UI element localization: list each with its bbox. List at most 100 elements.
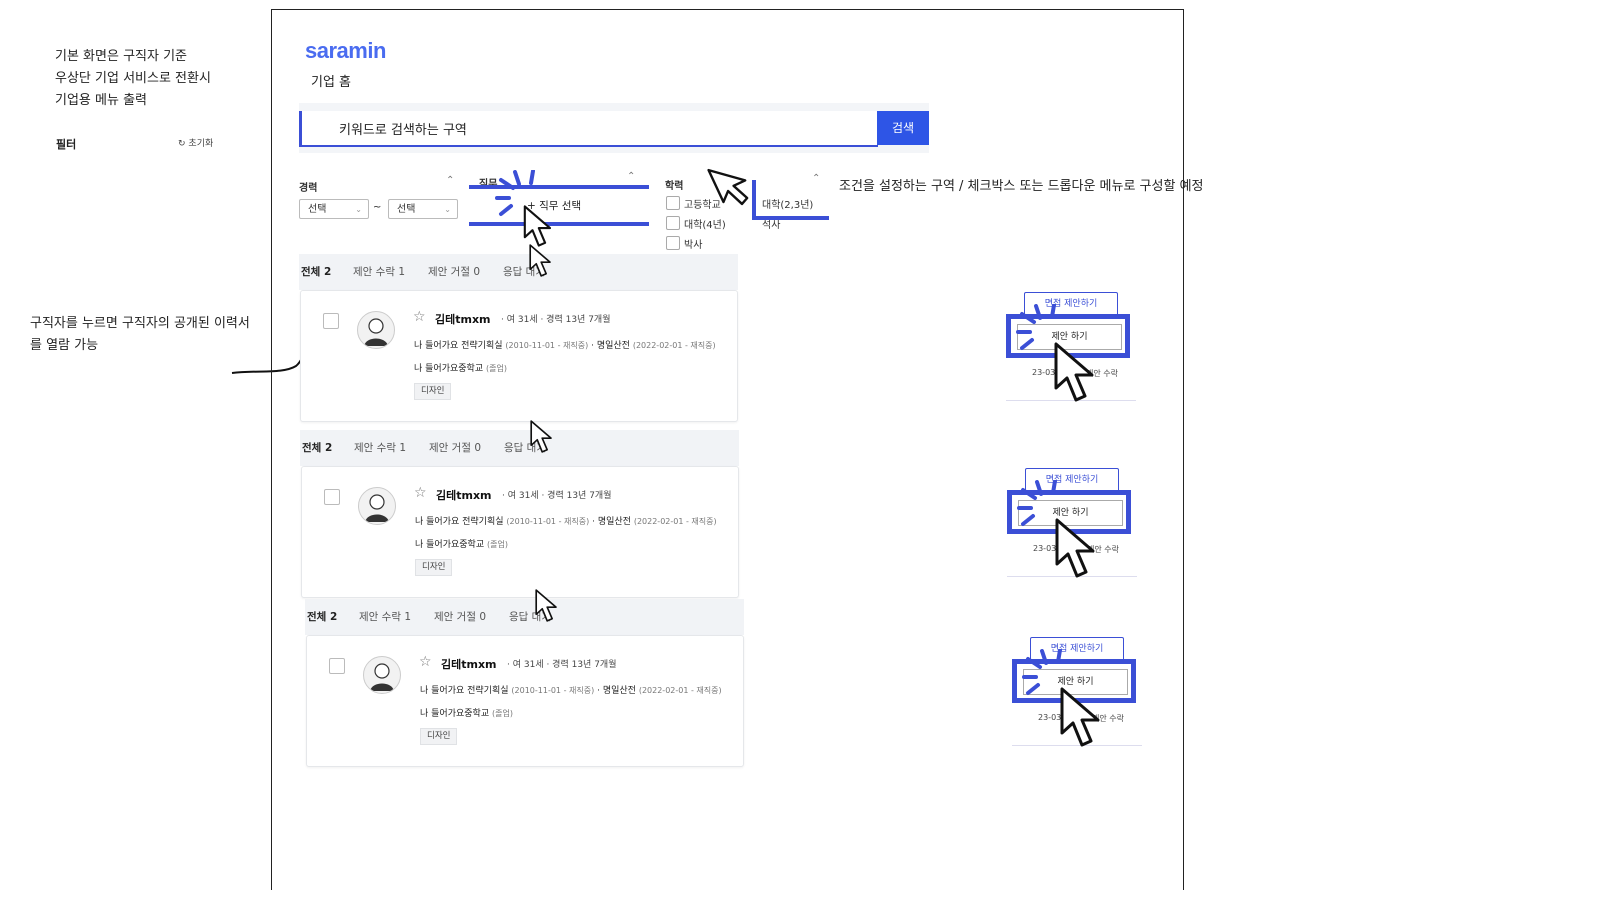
separator: ·: [591, 341, 594, 351]
avatar[interactable]: [357, 311, 395, 349]
divider: [1006, 400, 1136, 401]
star-icon[interactable]: ☆: [413, 309, 426, 325]
education-checkbox-highschool[interactable]: [666, 196, 680, 210]
note-resume: 구직자를 누르면 구직자의 공개된 이력서 를 열람 가능: [30, 313, 250, 357]
career-company: 나 들어가요 전략기획실: [420, 686, 509, 696]
candidate-actions: 면접 제안하기 제안 하기 23-03- 제안 수락: [1007, 468, 1137, 580]
career-collapse-icon[interactable]: ⌃: [446, 175, 454, 186]
career-filter-label: 경력: [299, 183, 318, 194]
tab-accepted[interactable]: 제안 수락 1: [359, 609, 411, 624]
note-line: 기본 화면은 구직자 기준: [55, 49, 187, 64]
person-icon: [365, 494, 389, 522]
career-period: (2010-11-01 - 재직중): [511, 686, 595, 695]
education-highlight-line: [752, 216, 829, 220]
job-collapse-icon[interactable]: ⌃: [627, 171, 635, 182]
note-default-screen: 기본 화면은 구직자 기준 우상단 기업 서비스로 전환시 기업용 메뉴 출력: [55, 46, 211, 112]
education-collapse-icon[interactable]: ⌃: [812, 173, 820, 184]
reset-button[interactable]: ↻ 초기화: [178, 136, 213, 149]
avatar[interactable]: [358, 487, 396, 525]
tab-all[interactable]: 전체 2: [302, 440, 332, 455]
candidate-meta: · 여 31세 · 경력 13년 7개월: [507, 660, 617, 670]
candidate-actions: 면접 제안하기 제안 하기 23-03- 제안 수락: [1006, 292, 1136, 404]
proposal-status: 제안 수락: [1087, 545, 1119, 554]
career-company: 나 들어가요 전략기획실: [414, 341, 503, 351]
candidate-name[interactable]: 김테tmxm: [436, 487, 492, 503]
refresh-icon: ↻: [178, 139, 186, 149]
note-line: 기업용 메뉴 출력: [55, 93, 147, 108]
education-filter-label: 학력: [665, 181, 684, 192]
candidate-career: 나 들어가요 전략기획실 (2010-11-01 - 재직중) · 명일산전 (…: [420, 683, 722, 696]
career-to-select[interactable]: 선택 ⌄: [388, 199, 458, 219]
candidate-actions: 면접 제안하기 제안 하기 23-03- 제안 수락: [1012, 637, 1142, 749]
candidate-name[interactable]: 김테tmxm: [441, 656, 497, 672]
career-period: (2022-02-01 - 재직중): [633, 517, 717, 526]
proposal-status: 제안 수락: [1092, 714, 1124, 723]
job-tag: 디자인: [420, 728, 458, 745]
search-placeholder: 키워드로 검색하는 구역: [339, 123, 467, 138]
status-tabs: 전체 2 제안 수락 1 제안 거절 0 응답 대기: [299, 254, 738, 290]
career-company: 명일산전: [596, 341, 630, 351]
job-tag: 디자인: [415, 559, 453, 576]
tab-pending[interactable]: 응답 대기: [504, 440, 546, 455]
job-select-button[interactable]: + 직무 선택: [527, 198, 581, 213]
school-status: (졸업): [491, 709, 513, 718]
career-from-select[interactable]: 선택 ⌄: [299, 199, 369, 219]
tab-all[interactable]: 전체 2: [301, 264, 331, 279]
candidate-card[interactable]: ☆ 김테tmxm · 여 31세 · 경력 13년 7개월 나 들어가요 전략기…: [301, 466, 739, 598]
education-highlight-line: [752, 180, 756, 220]
career-from-value: 선택: [308, 204, 327, 215]
candidate-school: 나 들어가요중학교 (졸업): [415, 537, 508, 550]
tab-pending[interactable]: 응답 대기: [509, 609, 551, 624]
candidate-checkbox[interactable]: [329, 658, 345, 674]
candidate-meta: · 여 31세 · 경력 13년 7개월: [501, 315, 611, 325]
tab-rejected[interactable]: 제안 거절 0: [434, 609, 486, 624]
divider: [1007, 576, 1137, 577]
candidate-school: 나 들어가요중학교 (졸업): [420, 706, 513, 719]
search-button[interactable]: 검색: [877, 111, 929, 145]
tab-pending[interactable]: 응답 대기: [503, 264, 545, 279]
career-company: 명일산전: [602, 686, 636, 696]
candidate-name[interactable]: 김테tmxm: [435, 311, 491, 327]
candidate-career: 나 들어가요 전략기획실 (2010-11-01 - 재직중) · 명일산전 (…: [414, 338, 716, 351]
candidate-checkbox[interactable]: [324, 489, 340, 505]
education-checkbox-university[interactable]: [666, 216, 680, 230]
reset-label: 초기화: [188, 139, 214, 149]
saramin-logo[interactable]: saramin: [305, 38, 386, 64]
tab-accepted[interactable]: 제안 수락 1: [353, 264, 405, 279]
career-company: 나 들어가요 전략기획실: [415, 517, 504, 527]
tab-all[interactable]: 전체 2: [307, 609, 337, 624]
tab-rejected[interactable]: 제안 거절 0: [429, 440, 481, 455]
propose-button[interactable]: 제안 하기: [1023, 669, 1128, 695]
person-icon: [364, 318, 388, 346]
candidate-checkbox[interactable]: [323, 313, 339, 329]
note-line: 를 열람 가능: [30, 338, 99, 353]
career-range-tilde: ~: [373, 202, 382, 213]
education-checkbox-phd[interactable]: [666, 236, 680, 250]
avatar[interactable]: [363, 656, 401, 694]
candidate-card[interactable]: ☆ 김테tmxm · 여 31세 · 경력 13년 7개월 나 들어가요 전략기…: [306, 635, 744, 767]
education-option-label[interactable]: 대학(2,3년): [762, 196, 813, 211]
interview-propose-button[interactable]: 면접 제안하기: [1024, 292, 1118, 316]
search-area: 키워드로 검색하는 구역 검색: [299, 103, 929, 153]
career-period: (2022-02-01 - 재직중): [632, 341, 716, 350]
propose-button[interactable]: 제안 하기: [1017, 324, 1122, 350]
tab-rejected[interactable]: 제안 거절 0: [428, 264, 480, 279]
star-icon[interactable]: ☆: [414, 485, 427, 501]
career-period: (2010-11-01 - 재직중): [506, 517, 590, 526]
candidate-card[interactable]: ☆ 김테tmxm · 여 31세 · 경력 13년 7개월 나 들어가요 전략기…: [300, 290, 738, 422]
propose-button-highlight: 제안 하기: [1007, 490, 1131, 534]
interview-propose-button[interactable]: 면접 제안하기: [1030, 637, 1124, 661]
propose-button-highlight: 제안 하기: [1006, 314, 1130, 358]
search-input[interactable]: 키워드로 검색하는 구역: [299, 111, 878, 147]
interview-propose-button[interactable]: 면접 제안하기: [1025, 468, 1119, 492]
school-name: 나 들어가요중학교: [414, 364, 484, 374]
job-tag: 디자인: [414, 383, 452, 400]
tab-accepted[interactable]: 제안 수락 1: [354, 440, 406, 455]
page-subtitle: 기업 홈: [311, 75, 352, 90]
education-option-label: 대학(4년): [684, 220, 726, 231]
school-status: (졸업): [486, 540, 508, 549]
propose-button[interactable]: 제안 하기: [1018, 500, 1123, 526]
school-name: 나 들어가요중학교: [415, 540, 485, 550]
note-line: 우상단 기업 서비스로 전환시: [55, 71, 211, 86]
star-icon[interactable]: ☆: [419, 654, 432, 670]
